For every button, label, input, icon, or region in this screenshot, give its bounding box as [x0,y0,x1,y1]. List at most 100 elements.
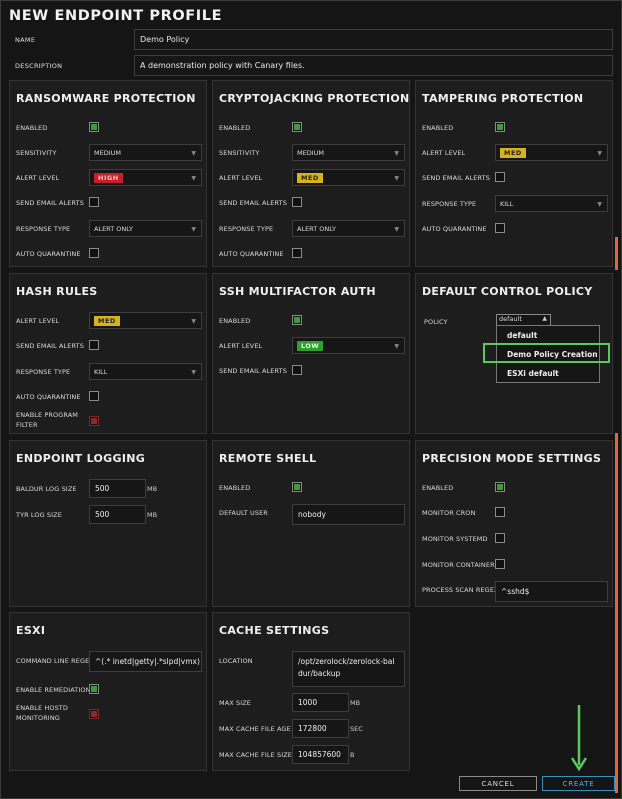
ssh-alert-level-select[interactable]: LOW ▼ [292,337,405,354]
response-type-label: RESPONSE TYPE [16,225,71,233]
panel-title: RANSOMWARE PROTECTION [16,92,196,105]
panel-title: SSH MULTIFACTOR AUTH [219,285,376,298]
panel-title: CRYPTOJACKING PROTECTION [219,92,410,105]
policy-option-default[interactable]: default [507,331,537,340]
chevron-down-icon: ▼ [394,343,399,350]
hash-response-type-select[interactable]: KILL ▼ [89,363,202,380]
max-size-input[interactable]: 1000 [292,693,349,712]
send-email-label: SEND EMAIL ALERTS [16,199,84,207]
description-input[interactable]: A demonstration policy with Canary files… [134,55,613,76]
hash-program-filter-checkbox[interactable] [89,416,99,426]
scrollbar-thumb[interactable] [615,433,618,793]
auto-quarantine-label: AUTO QUARANTINE [16,250,81,258]
enabled-label: ENABLED [219,317,251,325]
max-cache-file-size-input[interactable]: 104857600 [292,745,349,764]
cryptojacking-send-email-checkbox[interactable] [292,197,302,207]
max-cache-age-label: MAX CACHE FILE AGE [219,725,291,733]
name-input[interactable]: Demo Policy [134,29,613,50]
cryptojacking-auto-quarantine-checkbox[interactable] [292,248,302,258]
chevron-down-icon: ▼ [597,150,602,157]
baldur-log-size-input[interactable]: 500 [89,479,146,498]
hash-auto-quarantine-checkbox[interactable] [89,391,99,401]
select-value: ALERT ONLY [94,224,133,233]
unit-label: MB [147,511,158,519]
name-label: NAME [15,36,36,44]
chevron-down-icon: ▼ [394,175,399,182]
chevron-down-icon: ▼ [191,226,196,233]
create-button[interactable]: CREATE [542,776,615,791]
cryptojacking-sensitivity-select[interactable]: MEDIUM ▼ [292,144,405,161]
monitor-systemd-label: MONITOR SYSTEMD [422,535,488,543]
ransomware-send-email-checkbox[interactable] [89,197,99,207]
policy-option-esxi-default[interactable]: ESXi default [507,369,559,378]
tampering-send-email-checkbox[interactable] [495,172,505,182]
enable-hostd-label: ENABLE HOSTD MONITORING [16,704,68,722]
enabled-label: ENABLED [219,124,251,132]
precision-enabled-checkbox[interactable] [495,482,505,492]
chevron-up-icon: ▲ [542,315,547,322]
tampering-auto-quarantine-checkbox[interactable] [495,223,505,233]
chevron-down-icon: ▼ [191,369,196,376]
panel-title: PRECISION MODE SETTINGS [422,452,602,465]
response-type-label: RESPONSE TYPE [16,368,71,376]
send-email-label: SEND EMAIL ALERTS [422,174,490,182]
alert-level-label: ALERT LEVEL [16,174,60,182]
cryptojacking-enabled-checkbox[interactable] [292,122,302,132]
baldur-log-size-label: BALDUR LOG SIZE [16,485,77,493]
chevron-down-icon: ▼ [597,201,602,208]
ssh-enabled-checkbox[interactable] [292,315,302,325]
ssh-multifactor-panel: SSH MULTIFACTOR AUTH ENABLED ALERT LEVEL… [212,273,410,434]
chevron-down-icon: ▼ [191,175,196,182]
cache-settings-panel: CACHE SETTINGS LOCATION /opt/zerolock/ze… [212,612,410,771]
alert-level-label: ALERT LEVEL [219,174,263,182]
location-input[interactable]: /opt/zerolock/zerolock-baldur/backup [292,651,405,687]
tampering-alert-level-select[interactable]: MED ▼ [495,144,608,161]
command-line-regex-input[interactable]: ^(.* inetd|getty|.*slpd|vmx) .*$ [89,651,202,672]
process-scan-regex-label: PROCESS SCAN REGEX [422,586,499,594]
ransomware-protection-panel: RANSOMWARE PROTECTION ENABLED SENSITIVIT… [9,80,207,267]
alert-level-label: ALERT LEVEL [16,317,60,325]
auto-quarantine-label: AUTO QUARANTINE [219,250,284,258]
send-email-label: SEND EMAIL ALERTS [219,199,287,207]
cryptojacking-alert-level-select[interactable]: MED ▼ [292,169,405,186]
unit-label: B [350,751,355,759]
max-cache-age-input[interactable]: 172800 [292,719,349,738]
cryptojacking-response-type-select[interactable]: ALERT ONLY ▼ [292,220,405,237]
monitor-systemd-checkbox[interactable] [495,533,505,543]
tampering-response-type-select[interactable]: KILL ▼ [495,195,608,212]
select-value: ALERT ONLY [297,224,336,233]
cancel-button[interactable]: CANCEL [459,776,537,791]
hash-send-email-checkbox[interactable] [89,340,99,350]
default-user-label: DEFAULT USER [219,509,268,517]
default-user-input[interactable]: nobody [292,504,405,525]
tyr-log-size-label: TYR LOG SIZE [16,511,62,519]
select-value: MEDIUM [297,148,325,157]
remote-shell-panel: REMOTE SHELL ENABLED DEFAULT USER nobody [212,440,410,607]
ransomware-alert-level-select[interactable]: HIGH ▼ [89,169,202,186]
scrollbar-thumb[interactable] [615,237,618,270]
ransomware-response-type-select[interactable]: ALERT ONLY ▼ [89,220,202,237]
arrow-down-icon [570,705,588,772]
monitor-cron-checkbox[interactable] [495,507,505,517]
ssh-send-email-checkbox[interactable] [292,365,302,375]
select-value: default [499,315,522,323]
enable-hostd-checkbox[interactable] [89,709,99,719]
enabled-label: ENABLED [422,124,454,132]
chevron-down-icon: ▼ [394,226,399,233]
remote-shell-enabled-checkbox[interactable] [292,482,302,492]
ransomware-auto-quarantine-checkbox[interactable] [89,248,99,258]
process-scan-regex-input[interactable]: ^sshd$ [495,581,608,602]
ransomware-sensitivity-select[interactable]: MEDIUM ▼ [89,144,202,161]
hash-alert-level-select[interactable]: MED ▼ [89,312,202,329]
monitor-containerd-checkbox[interactable] [495,559,505,569]
tampering-enabled-checkbox[interactable] [495,122,505,132]
ransomware-enabled-checkbox[interactable] [89,122,99,132]
tampering-protection-panel: TAMPERING PROTECTION ENABLED ALERT LEVEL… [415,80,613,267]
chevron-down-icon: ▼ [191,150,196,157]
sensitivity-label: SENSITIVITY [16,149,57,157]
alert-level-badge: LOW [297,340,324,351]
enable-remediation-checkbox[interactable] [89,684,99,694]
tyr-log-size-input[interactable]: 500 [89,505,146,524]
panel-title: DEFAULT CONTROL POLICY [422,285,593,298]
panel-title: ENDPOINT LOGGING [16,452,146,465]
